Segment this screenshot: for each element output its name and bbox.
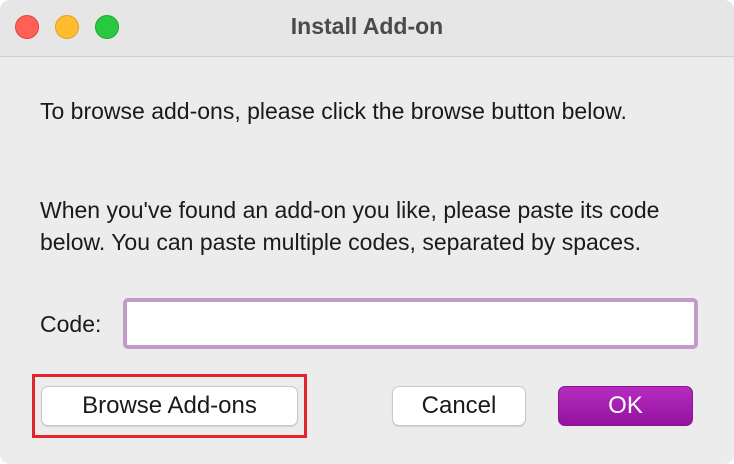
ok-button[interactable]: OK (558, 386, 693, 426)
code-input[interactable] (123, 298, 698, 349)
window-title: Install Add-on (290, 13, 444, 39)
code-label: Code: (40, 311, 102, 337)
browse-instructions: To browse add-ons, please click the brow… (40, 98, 627, 124)
paste-instructions: When you've found an add-on you like, pl… (40, 197, 660, 255)
browse-addons-button[interactable]: Browse Add-ons (41, 386, 298, 426)
title-bar: Install Add-on (0, 0, 734, 57)
install-addon-dialog: Install Add-on To browse add-ons, please… (0, 0, 734, 464)
cancel-button[interactable]: Cancel (392, 386, 526, 426)
